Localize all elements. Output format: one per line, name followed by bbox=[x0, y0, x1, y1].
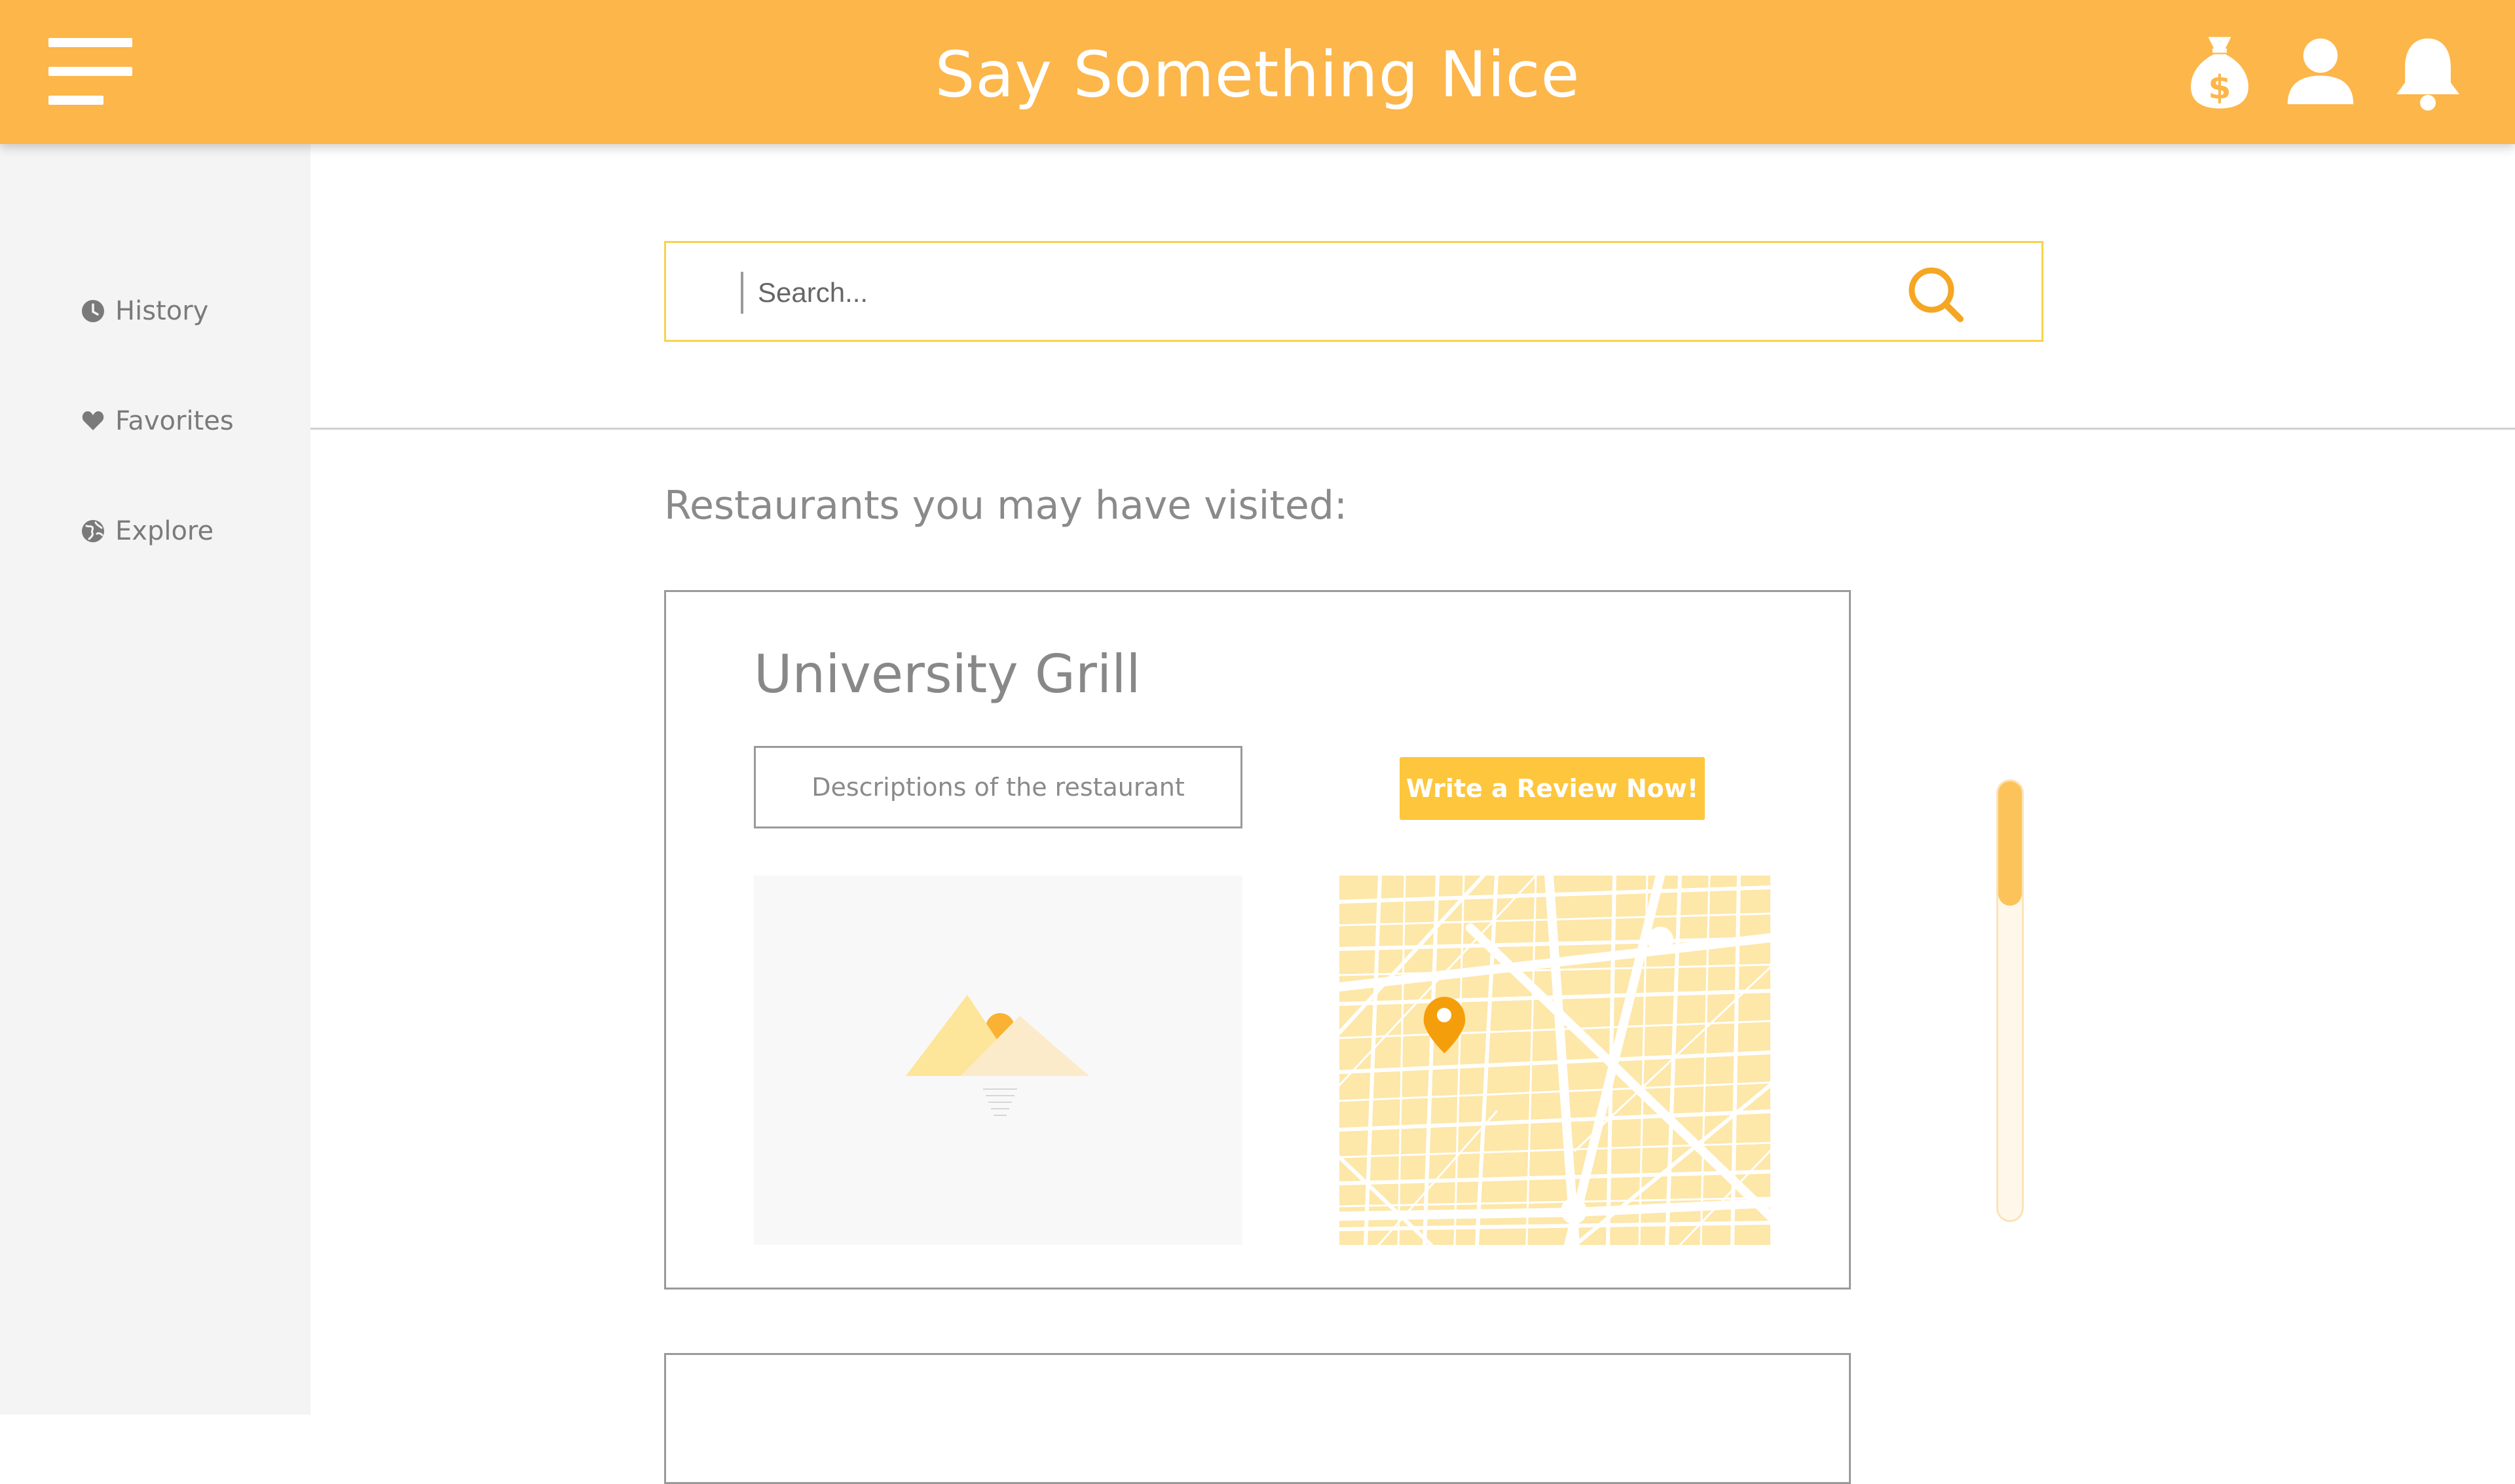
section-title: Restaurants you may have visited: bbox=[664, 483, 1348, 529]
image-placeholder-icon bbox=[754, 876, 1242, 1245]
restaurant-name: University Grill bbox=[754, 644, 1141, 705]
restaurant-card bbox=[664, 1353, 1851, 1484]
sidebar-item-label: Favorites bbox=[115, 406, 234, 436]
restaurant-card: University Grill Descriptions of the res… bbox=[664, 590, 1851, 1289]
sidebar-item-label: Explore bbox=[115, 516, 214, 546]
clock-icon bbox=[81, 299, 105, 323]
search-input[interactable] bbox=[756, 263, 1938, 323]
search-bar bbox=[664, 241, 2043, 342]
user-icon[interactable] bbox=[2284, 33, 2357, 111]
svg-text:$: $ bbox=[2208, 67, 2231, 106]
app-header: Say Something Nice $ bbox=[0, 0, 2515, 144]
restaurant-description: Descriptions of the restaurant bbox=[754, 746, 1242, 828]
bell-icon[interactable] bbox=[2392, 33, 2464, 111]
sidebar-item-favorites[interactable]: Favorites bbox=[81, 398, 234, 444]
globe-icon bbox=[81, 519, 105, 543]
money-bag-icon[interactable]: $ bbox=[2184, 33, 2256, 111]
text-cursor bbox=[741, 272, 743, 314]
sidebar-item-label: History bbox=[115, 296, 209, 326]
restaurant-map[interactable] bbox=[1339, 876, 1770, 1245]
app-title: Say Something Nice bbox=[935, 38, 1580, 111]
scrollbar-thumb[interactable] bbox=[1998, 781, 2022, 906]
divider bbox=[310, 428, 2515, 430]
sidebar: History Favorites Explore bbox=[0, 144, 310, 1415]
sidebar-item-history[interactable]: History bbox=[81, 288, 208, 334]
heart-icon bbox=[81, 409, 105, 433]
sidebar-item-explore[interactable]: Explore bbox=[81, 508, 214, 554]
search-icon[interactable] bbox=[1904, 263, 1967, 325]
write-review-button[interactable]: Write a Review Now! bbox=[1400, 757, 1705, 820]
